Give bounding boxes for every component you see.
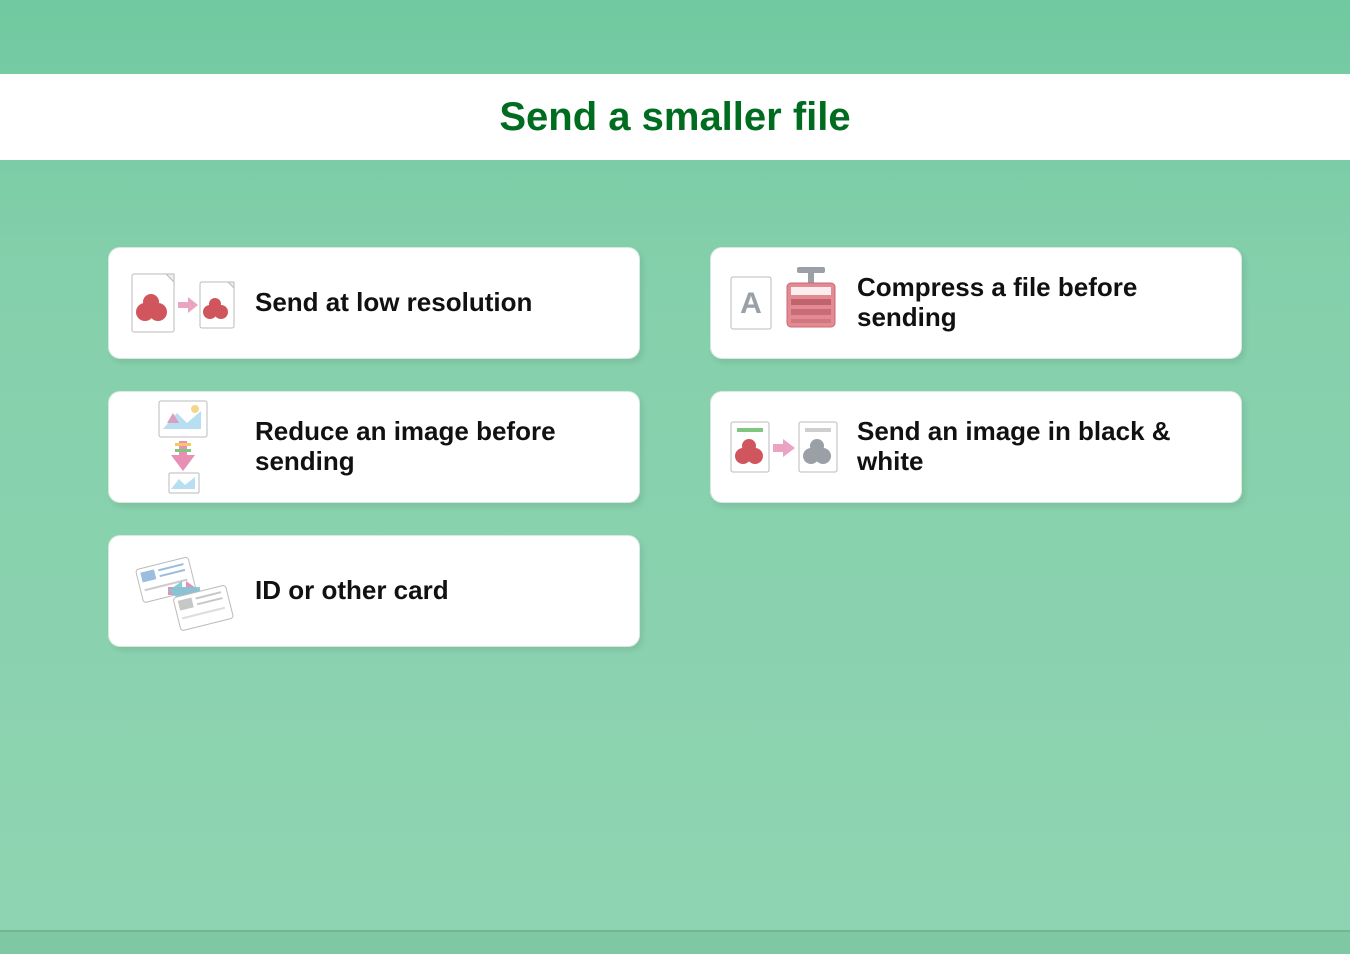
card-send-bw[interactable]: Send an image in black & white: [710, 391, 1242, 503]
card-send-low-resolution[interactable]: Send at low resolution: [108, 247, 640, 359]
reduce-image-icon: [123, 405, 243, 489]
card-label: Send at low resolution: [255, 288, 532, 318]
title-bar: Send a smaller file: [0, 74, 1350, 160]
card-compress-file[interactable]: A Compress a file before sending: [710, 247, 1242, 359]
black-white-icon: [725, 405, 845, 489]
card-label: Reduce an image before sending: [255, 417, 621, 477]
card-reduce-image[interactable]: Reduce an image before sending: [108, 391, 640, 503]
card-label: ID or other card: [255, 576, 449, 606]
card-grid: Send at low resolution A Compress a file…: [108, 247, 1242, 647]
id-card-icon: [123, 549, 243, 633]
card-label: Send an image in black & white: [857, 417, 1223, 477]
svg-text:A: A: [740, 287, 762, 320]
card-id-card[interactable]: ID or other card: [108, 535, 640, 647]
footer-strip: [0, 930, 1350, 954]
low-resolution-icon: [123, 261, 243, 345]
page-title: Send a smaller file: [499, 95, 850, 140]
compress-icon: A: [725, 261, 845, 345]
card-label: Compress a file before sending: [857, 273, 1223, 333]
